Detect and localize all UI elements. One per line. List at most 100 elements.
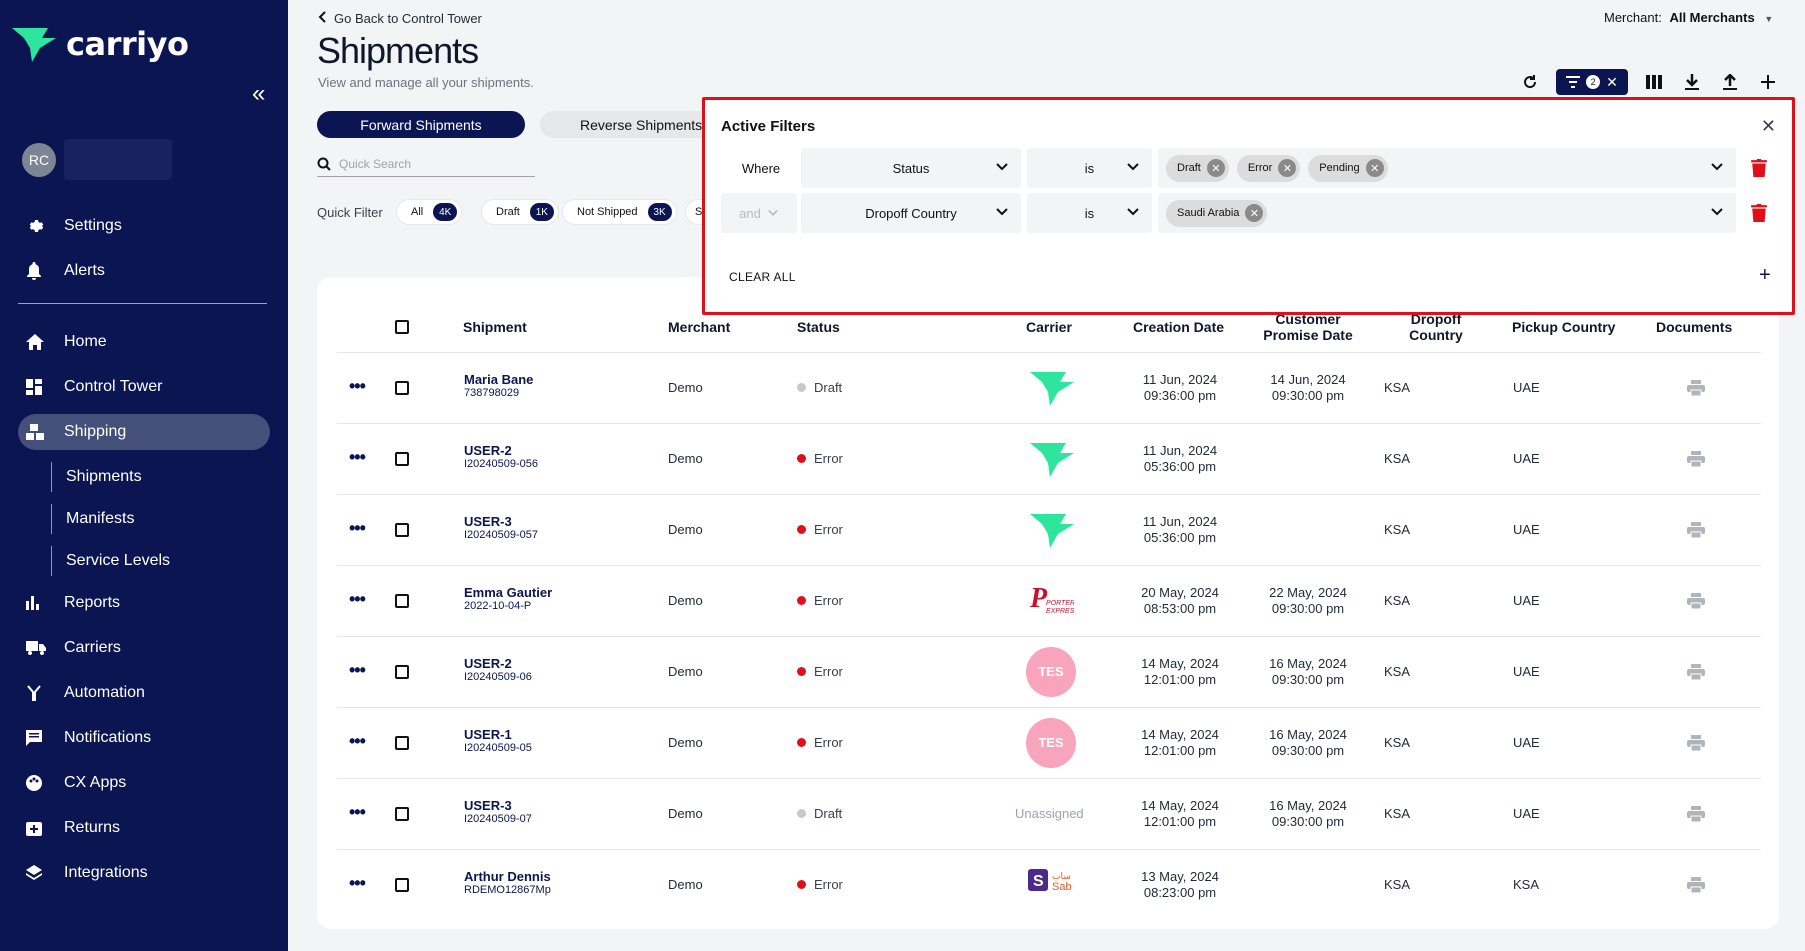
search-input[interactable]: Quick Search <box>317 151 535 177</box>
row-actions-button[interactable]: ••• <box>349 589 366 610</box>
delete-filter-icon[interactable] <box>1750 159 1768 177</box>
sidebar-subitem-service-levels[interactable]: Service Levels <box>51 546 170 576</box>
row-checkbox[interactable] <box>395 877 409 892</box>
shipment-name[interactable]: Arthur Dennis <box>464 869 551 884</box>
shipment-name[interactable]: USER-3 <box>464 798 532 813</box>
row-actions-button[interactable]: ••• <box>349 802 366 823</box>
shipment-cell[interactable]: Maria Bane 738798029 <box>464 372 533 399</box>
row-actions-button[interactable]: ••• <box>349 731 366 752</box>
add-filter-button[interactable]: + <box>1759 264 1771 287</box>
filter-field-select[interactable]: Dropoff Country <box>801 193 1021 233</box>
remove-chip-icon[interactable]: ✕ <box>1245 204 1264 222</box>
print-icon[interactable] <box>1687 592 1705 614</box>
row-actions-button[interactable]: ••• <box>349 660 366 681</box>
sidebar-item-alerts[interactable]: Alerts <box>18 253 270 289</box>
merchant-cell: Demo <box>668 805 703 821</box>
shipment-name[interactable]: USER-2 <box>464 656 532 671</box>
add-shipment-button[interactable] <box>1756 70 1780 94</box>
shipment-cell[interactable]: USER-1 I20240509-05 <box>464 727 532 754</box>
column-header-merchant[interactable]: Merchant <box>668 319 730 335</box>
tab-forward-shipments[interactable]: Forward Shipments <box>317 111 525 138</box>
row-checkbox[interactable] <box>395 735 409 750</box>
shipment-cell[interactable]: Arthur Dennis RDEMO12867Mp <box>464 869 551 896</box>
shipment-name[interactable]: USER-1 <box>464 727 532 742</box>
sidebar-item-returns[interactable]: Returns <box>18 810 270 846</box>
print-icon[interactable] <box>1687 521 1705 543</box>
column-header-creation-date[interactable]: Creation Date <box>1133 319 1224 335</box>
column-header-pickup-country[interactable]: Pickup Country <box>1512 319 1615 335</box>
column-header-customer-promise-date[interactable]: Customer Promise Date <box>1262 311 1354 343</box>
row-checkbox[interactable] <box>395 806 409 821</box>
remove-chip-icon[interactable]: ✕ <box>1278 159 1297 177</box>
sidebar-item-notifications[interactable]: Notifications <box>18 720 270 756</box>
sidebar-subitem-shipments[interactable]: Shipments <box>51 462 142 492</box>
row-actions-button[interactable]: ••• <box>349 376 366 397</box>
shipment-name[interactable]: USER-2 <box>464 443 538 458</box>
shipment-cell[interactable]: USER-2 I20240509-056 <box>464 443 538 470</box>
quick-filter-chip-all[interactable]: All 4K <box>396 199 463 225</box>
print-icon[interactable] <box>1687 450 1705 472</box>
sidebar-subitem-manifests[interactable]: Manifests <box>51 504 134 534</box>
column-header-status[interactable]: Status <box>797 319 840 335</box>
print-icon[interactable] <box>1687 805 1705 827</box>
row-actions-button[interactable]: ••• <box>349 518 366 539</box>
shipment-cell[interactable]: USER-3 I20240509-057 <box>464 514 538 541</box>
close-icon[interactable]: ✕ <box>1761 116 1776 137</box>
sidebar-item-settings[interactable]: Settings <box>18 208 270 244</box>
shipment-name[interactable]: Maria Bane <box>464 372 533 387</box>
columns-button[interactable] <box>1642 70 1666 94</box>
shipment-name[interactable]: USER-3 <box>464 514 538 529</box>
print-icon[interactable] <box>1687 379 1705 401</box>
print-icon[interactable] <box>1687 734 1705 756</box>
collapse-sidebar-icon[interactable]: « <box>252 80 265 108</box>
column-header-shipment[interactable]: Shipment <box>463 319 527 335</box>
filter-values-select[interactable]: Draft ✕ Error ✕ Pending ✕ <box>1158 148 1736 188</box>
sidebar-item-control-tower[interactable]: Control Tower <box>18 369 270 405</box>
row-checkbox[interactable] <box>395 451 409 466</box>
column-header-documents[interactable]: Documents <box>1656 319 1732 335</box>
sidebar-item-carriers[interactable]: Carriers <box>18 630 270 666</box>
merchant-selector[interactable]: Merchant: All Merchants ▼ <box>1604 10 1773 25</box>
shipment-cell[interactable]: Emma Gautier 2022-10-04-P <box>464 585 552 612</box>
shipment-cell[interactable]: USER-3 I20240509-07 <box>464 798 532 825</box>
print-icon[interactable] <box>1687 663 1705 685</box>
print-icon[interactable] <box>1687 876 1705 898</box>
clear-filter-icon[interactable]: ✕ <box>1606 74 1618 91</box>
select-all-checkbox[interactable] <box>395 320 409 334</box>
sidebar-item-automation[interactable]: Automation <box>18 675 270 711</box>
filter-values-select[interactable]: Saudi Arabia ✕ <box>1158 193 1736 233</box>
shipment-cell[interactable]: USER-2 I20240509-06 <box>464 656 532 683</box>
clear-all-button[interactable]: CLEAR ALL <box>729 270 796 284</box>
avatar[interactable]: RC <box>22 143 56 177</box>
filter-operator-select[interactable]: is <box>1027 148 1152 188</box>
delete-filter-icon[interactable] <box>1750 204 1768 222</box>
refresh-button[interactable] <box>1518 70 1542 94</box>
remove-chip-icon[interactable]: ✕ <box>1206 159 1225 177</box>
sidebar-item-shipping[interactable]: Shipping <box>18 414 270 450</box>
column-header-carrier[interactable]: Carrier <box>1026 319 1072 335</box>
brand-logo[interactable]: carriyo <box>10 24 189 64</box>
shipment-name[interactable]: Emma Gautier <box>464 585 552 600</box>
filter-button[interactable]: 2 ✕ <box>1556 69 1628 95</box>
download-button[interactable] <box>1680 70 1704 94</box>
quick-filter-chip-draft[interactable]: Draft 1K <box>481 199 559 225</box>
filter-field-select[interactable]: Status <box>801 148 1021 188</box>
sidebar-item-reports[interactable]: Reports <box>18 585 270 621</box>
quick-filter-chip-not-shipped[interactable]: Not Shipped 3K <box>562 199 677 225</box>
row-checkbox[interactable] <box>395 380 409 395</box>
row-checkbox[interactable] <box>395 593 409 608</box>
sidebar-item-integrations[interactable]: Integrations <box>18 855 270 891</box>
row-checkbox[interactable] <box>395 664 409 679</box>
column-header-dropoff-country[interactable]: Dropoff Country <box>1400 311 1472 343</box>
sidebar-item-home[interactable]: Home <box>18 324 270 360</box>
filter-operator-select[interactable]: is <box>1027 193 1152 233</box>
user-name-box[interactable] <box>64 139 172 180</box>
tab-reverse-shipments[interactable]: Reverse Shipments <box>540 111 720 138</box>
row-actions-button[interactable]: ••• <box>349 873 366 894</box>
row-actions-button[interactable]: ••• <box>349 447 366 468</box>
upload-button[interactable] <box>1718 70 1742 94</box>
sidebar-item-cx-apps[interactable]: CX Apps <box>18 765 270 801</box>
remove-chip-icon[interactable]: ✕ <box>1365 159 1384 177</box>
back-link[interactable]: Go Back to Control Tower <box>318 11 482 26</box>
row-checkbox[interactable] <box>395 522 409 537</box>
